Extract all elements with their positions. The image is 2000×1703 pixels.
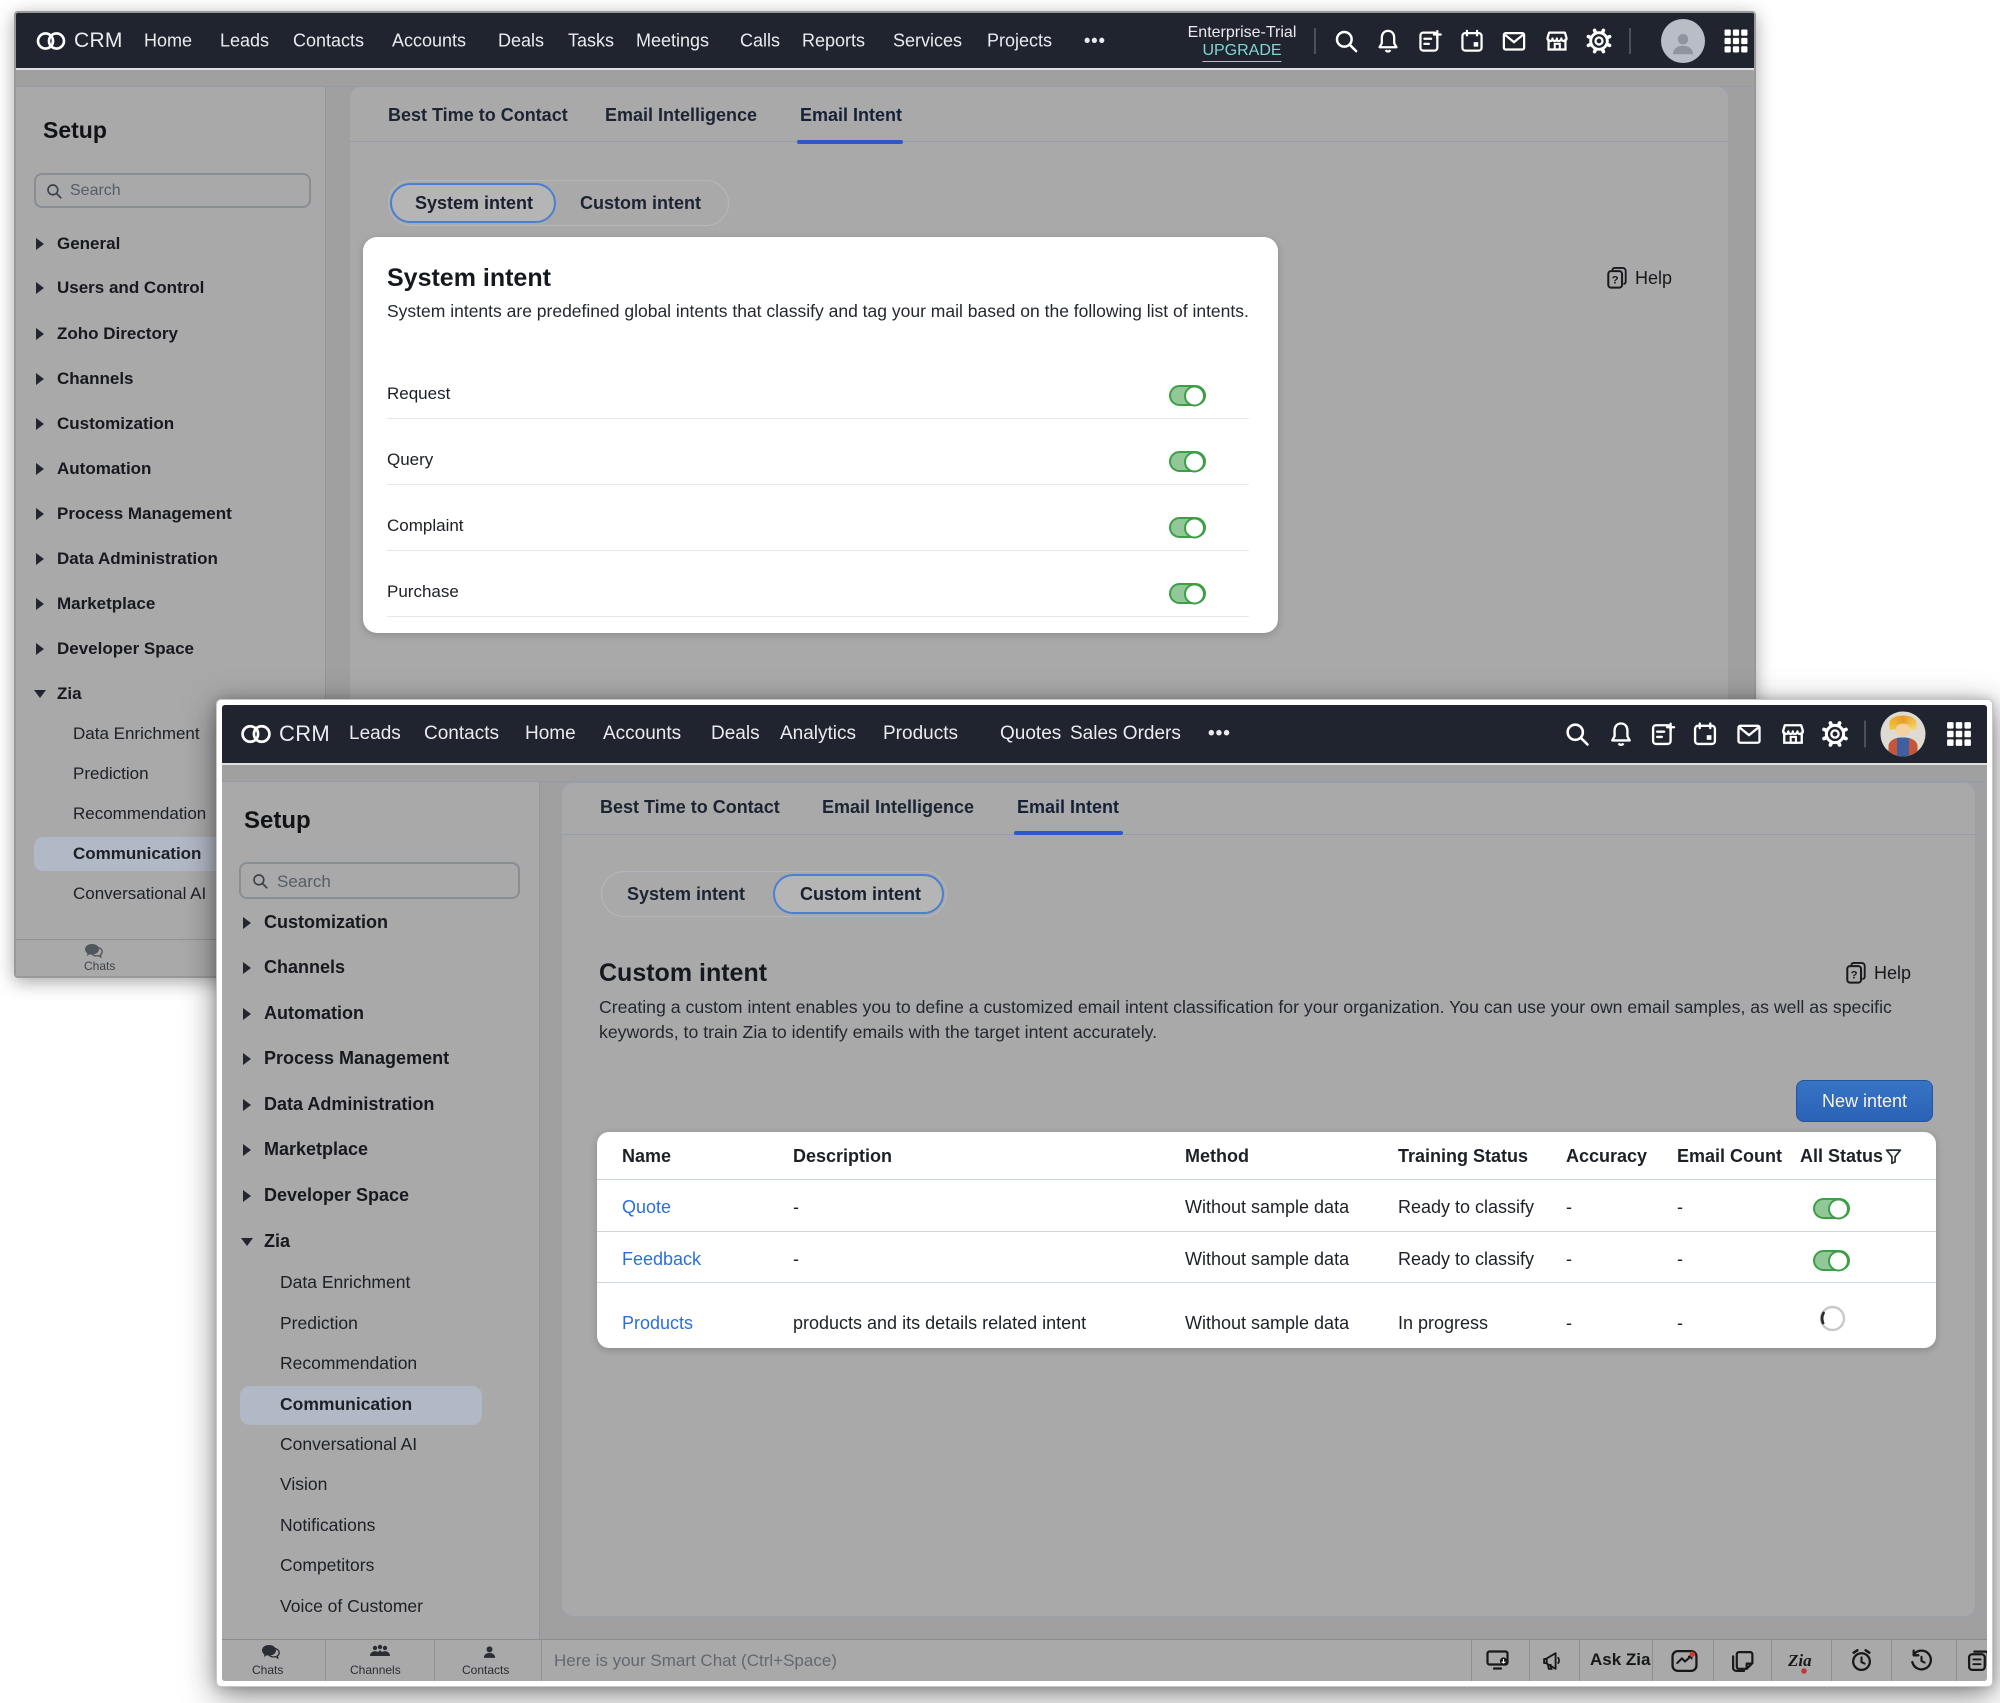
svg-text:Zia: Zia [1787, 1651, 1812, 1670]
